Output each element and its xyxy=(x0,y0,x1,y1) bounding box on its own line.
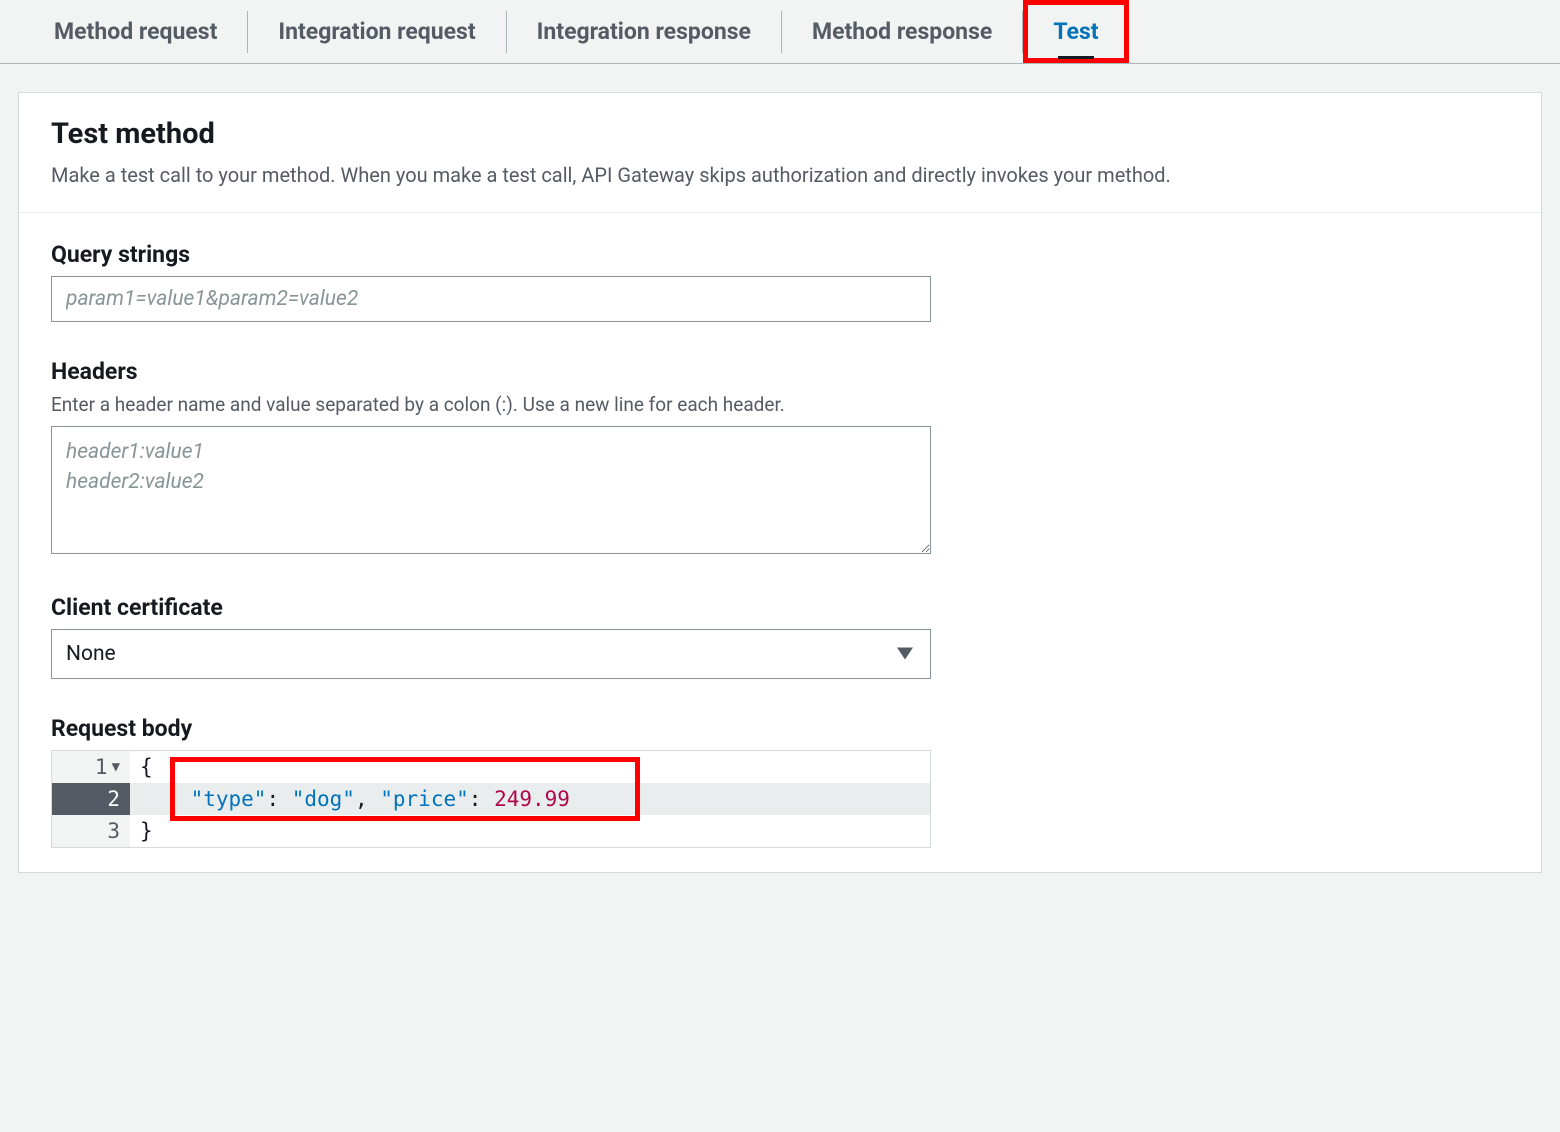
code-cell[interactable]: } xyxy=(130,815,930,847)
request-body-label: Request body xyxy=(51,715,931,742)
page-title: Test method xyxy=(51,117,1509,151)
client-certificate-label: Client certificate xyxy=(51,594,931,621)
headers-input[interactable] xyxy=(51,426,931,554)
client-certificate-select[interactable]: None xyxy=(51,629,931,679)
tab-test[interactable]: Test xyxy=(1023,0,1128,63)
page-description: Make a test call to your method. When yo… xyxy=(51,161,1509,190)
client-certificate-section: Client certificate None xyxy=(51,594,931,679)
query-strings-input[interactable] xyxy=(51,276,931,322)
tab-method-request[interactable]: Method request xyxy=(24,0,247,63)
code-line[interactable]: 1▼{ xyxy=(52,751,930,783)
request-body-editor[interactable]: 1▼{2 "type": "dog", "price": 249.993} xyxy=(51,750,931,848)
query-strings-section: Query strings xyxy=(51,241,931,322)
code-cell[interactable]: "type": "dog", "price": 249.99 xyxy=(130,783,930,815)
gutter: 2 xyxy=(52,783,130,815)
panel-content: Query strings Headers Enter a header nam… xyxy=(19,213,1541,848)
gutter: 1▼ xyxy=(52,751,130,783)
tabs-row: Method request Integration request Integ… xyxy=(0,0,1560,64)
request-body-section: Request body 1▼{2 "type": "dog", "price"… xyxy=(51,715,931,848)
fold-caret-icon[interactable]: ▼ xyxy=(112,759,120,775)
headers-section: Headers Enter a header name and value se… xyxy=(51,358,931,558)
query-strings-label: Query strings xyxy=(51,241,931,268)
code-line[interactable]: 3} xyxy=(52,815,930,847)
code-line[interactable]: 2 "type": "dog", "price": 249.99 xyxy=(52,783,930,815)
tab-method-response[interactable]: Method response xyxy=(782,0,1022,63)
tab-integration-response[interactable]: Integration response xyxy=(507,0,781,63)
headers-label: Headers xyxy=(51,358,931,385)
code-cell[interactable]: { xyxy=(130,751,930,783)
test-method-panel: Test method Make a test call to your met… xyxy=(18,92,1542,873)
gutter: 3 xyxy=(52,815,130,847)
panel-header: Test method Make a test call to your met… xyxy=(19,93,1541,213)
headers-hint: Enter a header name and value separated … xyxy=(51,393,931,416)
tab-integration-request[interactable]: Integration request xyxy=(248,0,505,63)
